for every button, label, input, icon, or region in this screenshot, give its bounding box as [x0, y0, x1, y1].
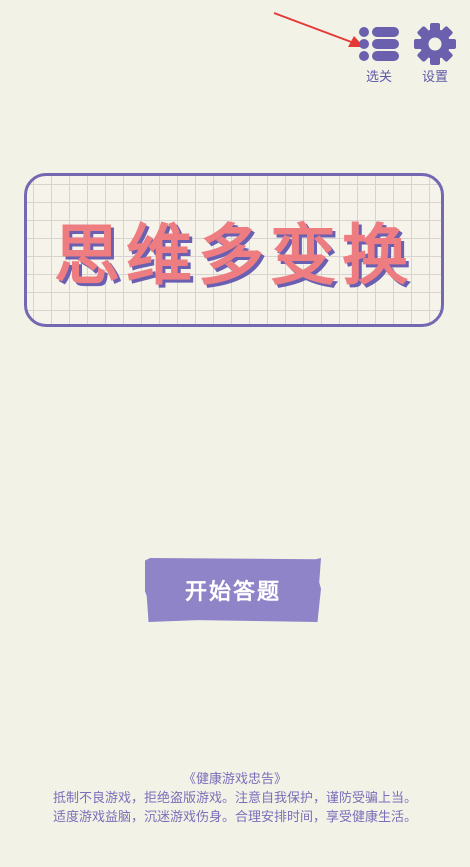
level-select-button[interactable]: 选关	[352, 22, 406, 86]
notice-line-1: 抵制不良游戏，拒绝盗版游戏。注意自我保护，谨防受骗上当。	[52, 791, 417, 806]
level-select-label: 选关	[365, 70, 392, 85]
settings-button[interactable]: 设置	[408, 22, 462, 86]
notice-heading: 《健康游戏忠告》	[182, 772, 287, 787]
start-quiz-button[interactable]: 开始答题	[145, 558, 321, 622]
settings-label: 设置	[421, 70, 448, 85]
notice-line-2: 适度游戏益脑，沉迷游戏伤身。合理安排时间，享受健康生活。	[52, 810, 417, 825]
title-card: 思维多变换	[24, 173, 444, 327]
level-list-icon	[352, 22, 406, 66]
gear-icon	[408, 22, 462, 66]
health-gaming-notice: 《健康游戏忠告》 抵制不良游戏，拒绝盗版游戏。注意自我保护，谨防受骗上当。 适度…	[0, 770, 470, 827]
game-title: 思维多变换	[54, 217, 414, 294]
start-quiz-label: 开始答题	[184, 580, 281, 605]
